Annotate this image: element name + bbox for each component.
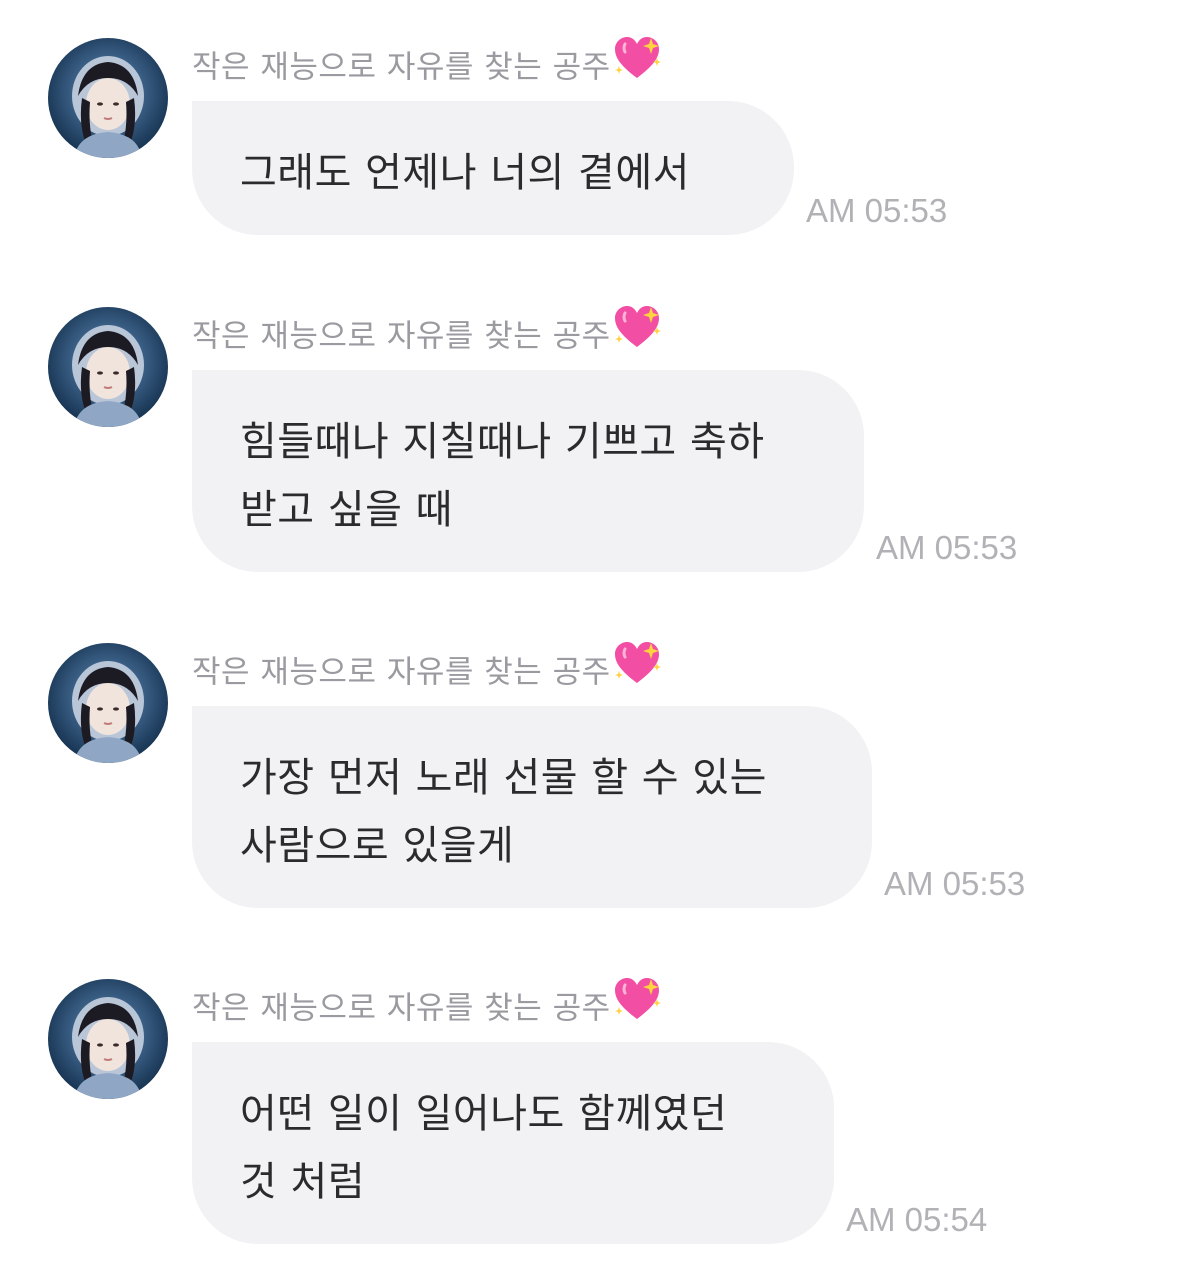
message-text-line: 것 처럼 [240, 1159, 366, 1205]
sender-name: 작은 재능으로 자유를 찾는 공주 [192, 37, 661, 90]
sender-name-text: 작은 재능으로 자유를 찾는 공주 [192, 990, 611, 1027]
message-timestamp: AM 05:53 [884, 865, 1026, 902]
avatar[interactable] [48, 38, 168, 158]
sender-name: 작은 재능으로 자유를 찾는 공주 [192, 306, 661, 359]
sparkling-heart-icon [613, 305, 661, 365]
message-bubble[interactable]: 어떤 일이 일어나도 함께였던 것 처럼 [192, 1042, 834, 1244]
message-timestamp: AM 05:53 [806, 192, 948, 229]
avatar[interactable] [48, 979, 168, 1099]
sparkling-heart-icon [613, 977, 661, 1037]
message-text-line: 가장 먼저 노래 선물 할 수 있는 [240, 755, 767, 801]
sender-name-text: 작은 재능으로 자유를 찾는 공주 [192, 318, 611, 355]
message-bubble[interactable]: 그래도 언제나 너의 곁에서 [192, 101, 794, 235]
sparkling-heart-icon [613, 641, 661, 701]
message-bubble[interactable]: 가장 먼저 노래 선물 할 수 있는 사람으로 있을게 [192, 706, 872, 908]
sender-name-text: 작은 재능으로 자유를 찾는 공주 [192, 49, 611, 86]
message-text-line: 힘들때나 지칠때나 기쁘고 축하 [240, 419, 765, 465]
avatar[interactable] [48, 307, 168, 427]
message-timestamp: AM 05:53 [876, 529, 1018, 566]
sender-name-text: 작은 재능으로 자유를 찾는 공주 [192, 654, 611, 691]
message-text-line: 어떤 일이 일어나도 함께였던 [240, 1091, 728, 1137]
message-timestamp: AM 05:54 [846, 1201, 988, 1238]
sparkling-heart-icon [613, 36, 661, 96]
message-text-line: 그래도 언제나 너의 곁에서 [240, 150, 690, 196]
sender-name: 작은 재능으로 자유를 찾는 공주 [192, 978, 661, 1031]
sender-name: 작은 재능으로 자유를 찾는 공주 [192, 642, 661, 695]
message-text-line: 받고 싶을 때 [240, 487, 453, 533]
avatar[interactable] [48, 643, 168, 763]
message-bubble[interactable]: 힘들때나 지칠때나 기쁘고 축하 받고 싶을 때 [192, 370, 864, 572]
message-text-line: 사람으로 있을게 [240, 823, 515, 869]
